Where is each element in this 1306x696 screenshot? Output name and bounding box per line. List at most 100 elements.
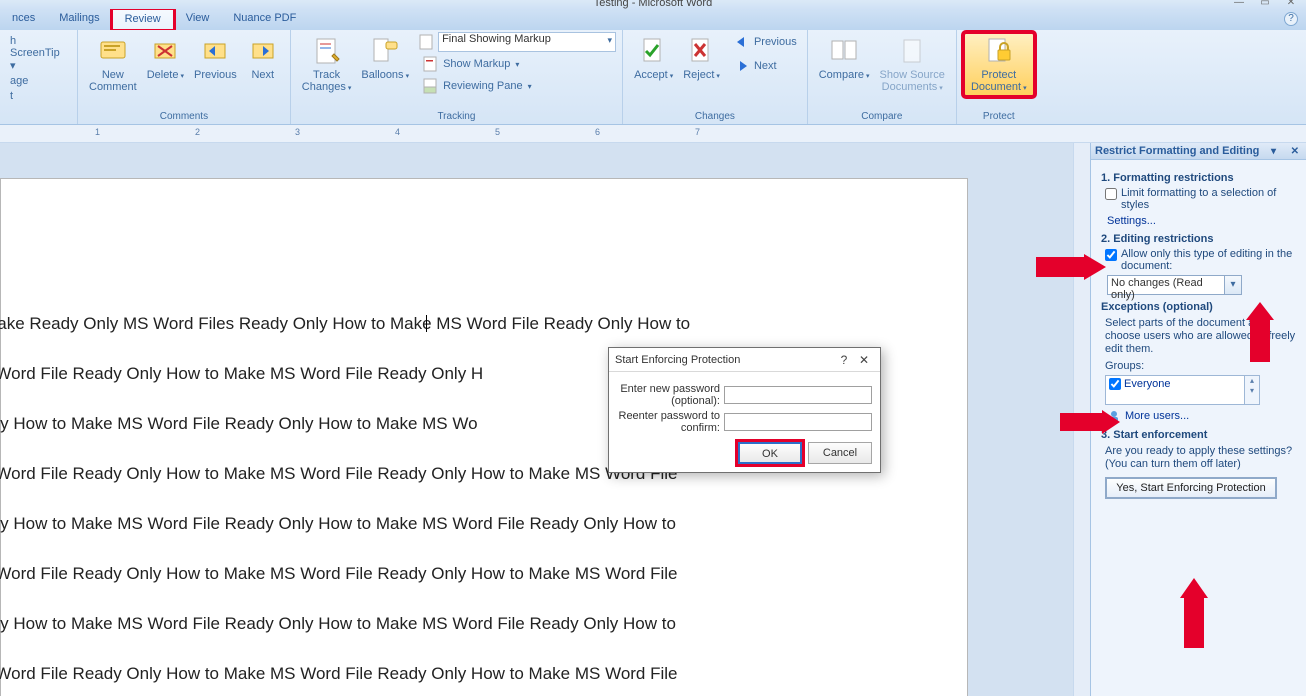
doc-line[interactable]: dy Only How to Make MS Word File Ready O… <box>0 599 967 649</box>
document-area[interactable]: y to Make Ready Only MS Word Files Ready… <box>0 143 1090 696</box>
ok-button[interactable]: OK <box>738 442 802 464</box>
maximize-button[interactable]: ▭ <box>1252 0 1278 9</box>
tab-review[interactable]: Review <box>112 9 174 30</box>
delete-comment-label: Delete <box>147 69 184 83</box>
show-source-icon <box>897 36 927 66</box>
reenter-password-input[interactable] <box>724 413 872 431</box>
ruler-mark: 4 <box>395 127 400 137</box>
limit-formatting-checkbox[interactable]: Limit formatting to a selection of style… <box>1105 187 1298 211</box>
word-count-button-cut[interactable]: t <box>6 89 17 103</box>
doc-line[interactable]: e MS Word File Ready Only How to Make MS… <box>0 649 967 696</box>
comment-icon <box>98 36 128 66</box>
markup-view-combo[interactable]: Final Showing Markup <box>438 32 616 52</box>
previous-comment-button[interactable]: Previous <box>189 32 242 81</box>
track-changes-button[interactable]: Track Changes <box>297 32 357 95</box>
ruler-mark: 2 <box>195 127 200 137</box>
next-comment-button[interactable]: Next <box>242 32 284 81</box>
reviewing-pane-button[interactable]: Reviewing Pane▾ <box>418 76 616 96</box>
delete-comment-button[interactable]: Delete <box>142 32 189 83</box>
show-source-button[interactable]: Show Source Documents <box>875 32 950 95</box>
tab-mailings[interactable]: Mailings <box>47 9 111 30</box>
screen-tip-button[interactable]: h ScreenTip ▾ <box>6 34 71 73</box>
reject-button[interactable]: Reject <box>678 32 725 83</box>
reject-label: Reject <box>683 69 720 83</box>
previous-comment-label: Previous <box>194 69 237 81</box>
ruler-mark: 7 <box>695 127 700 137</box>
everyone-label: Everyone <box>1124 378 1170 390</box>
previous-change-button[interactable]: Previous <box>729 32 801 52</box>
accept-button[interactable]: Accept <box>629 32 678 83</box>
reviewing-pane-label: Reviewing Pane <box>443 80 523 92</box>
more-users-label: More users... <box>1125 410 1189 422</box>
new-password-label: Enter new password (optional): <box>617 383 724 407</box>
show-markup-icon <box>422 55 440 73</box>
doc-line[interactable]: y to Make Ready Only MS Word Files Ready… <box>0 299 967 349</box>
track-changes-icon <box>312 36 342 66</box>
minimize-button[interactable]: — <box>1226 0 1252 9</box>
previous-icon <box>200 36 230 66</box>
dialog-title-text: Start Enforcing Protection <box>615 354 740 366</box>
show-markup-label: Show Markup <box>443 58 510 70</box>
balloons-button[interactable]: Balloons <box>356 32 414 83</box>
horizontal-ruler[interactable]: 1 2 3 4 5 6 7 <box>0 125 1306 143</box>
group-label-comments: Comments <box>84 110 284 124</box>
doc-line[interactable]: e MS Word File Ready Only How to Make MS… <box>0 549 967 599</box>
more-users-link[interactable]: More users... <box>1107 409 1298 423</box>
cancel-button[interactable]: Cancel <box>808 442 872 464</box>
language-button-cut[interactable]: age <box>6 74 32 88</box>
group-label-protect: Protect <box>963 110 1035 124</box>
ruler-mark: 6 <box>595 127 600 137</box>
protect-document-icon <box>984 36 1014 66</box>
new-comment-label: New Comment <box>89 69 137 93</box>
next-change-icon <box>733 57 751 75</box>
group-tracking: Track Changes Balloons Final Showing Mar… <box>291 30 623 124</box>
tab-view[interactable]: View <box>174 9 222 30</box>
compare-label: Compare <box>819 69 870 83</box>
ribbon-tabs: nces Mailings Review View Nuance PDF <box>0 9 1306 30</box>
next-icon <box>248 36 278 66</box>
annotation-arrow <box>1036 254 1106 280</box>
start-enforcing-button[interactable]: Yes, Start Enforcing Protection <box>1105 477 1277 499</box>
everyone-checkbox[interactable] <box>1109 378 1121 390</box>
protect-document-button[interactable]: Protect Document <box>963 32 1035 97</box>
pane-title: Restrict Formatting and Editing <box>1095 145 1259 157</box>
close-window-button[interactable]: ✕ <box>1278 0 1304 9</box>
new-password-input[interactable] <box>724 386 872 404</box>
show-markup-button[interactable]: Show Markup▾ <box>418 54 616 74</box>
reenter-password-label: Reenter password to confirm: <box>617 410 724 434</box>
annotation-arrow <box>1180 578 1208 648</box>
allow-editing-checkbox[interactable]: Allow only this type of editing in the d… <box>1105 248 1298 272</box>
dialog-close-icon[interactable]: ✕ <box>854 353 874 367</box>
doc-line[interactable]: dy Only How to Make MS Word File Ready O… <box>0 499 967 549</box>
markup-combo-icon <box>418 33 436 51</box>
pane-menu-icon[interactable]: ▾ <box>1268 146 1279 157</box>
groups-listbox[interactable]: Everyone <box>1105 375 1260 405</box>
group-compare: Compare Show Source Documents Compare <box>808 30 957 124</box>
group-comments: New Comment Delete Previous Next Comment… <box>78 30 291 124</box>
compare-icon <box>829 36 859 66</box>
enforce-desc: Are you ready to apply these settings? (… <box>1105 445 1298 471</box>
accept-label: Accept <box>634 69 673 83</box>
group-proofing-cut: h ScreenTip ▾ age t <box>0 30 78 124</box>
tab-references[interactable]: nces <box>0 9 47 30</box>
limit-formatting-input[interactable] <box>1105 188 1117 200</box>
allow-editing-input[interactable] <box>1105 249 1117 261</box>
annotation-arrow <box>1060 410 1120 434</box>
editing-type-select[interactable]: No changes (Read only) <box>1107 275 1242 295</box>
help-icon[interactable]: ? <box>1284 12 1298 26</box>
pane-close-icon[interactable]: ✕ <box>1288 146 1302 157</box>
show-source-label: Show Source Documents <box>880 69 945 95</box>
ribbon: h ScreenTip ▾ age t New Comment Delete P… <box>0 30 1306 125</box>
delete-icon <box>150 36 180 66</box>
balloons-label: Balloons <box>361 69 409 83</box>
dialog-help-icon[interactable]: ? <box>834 353 854 367</box>
compare-button[interactable]: Compare <box>814 32 875 83</box>
formatting-settings-link[interactable]: Settings... <box>1107 215 1298 227</box>
next-change-button[interactable]: Next <box>729 56 801 76</box>
new-comment-button[interactable]: New Comment <box>84 32 142 93</box>
section-formatting-head: 1. Formatting restrictions <box>1101 172 1298 184</box>
track-changes-label: Track Changes <box>302 69 352 95</box>
groups-scrollbar[interactable] <box>1244 376 1259 404</box>
protect-document-label: Protect Document <box>971 69 1027 95</box>
tab-nuance-pdf[interactable]: Nuance PDF <box>221 9 308 30</box>
